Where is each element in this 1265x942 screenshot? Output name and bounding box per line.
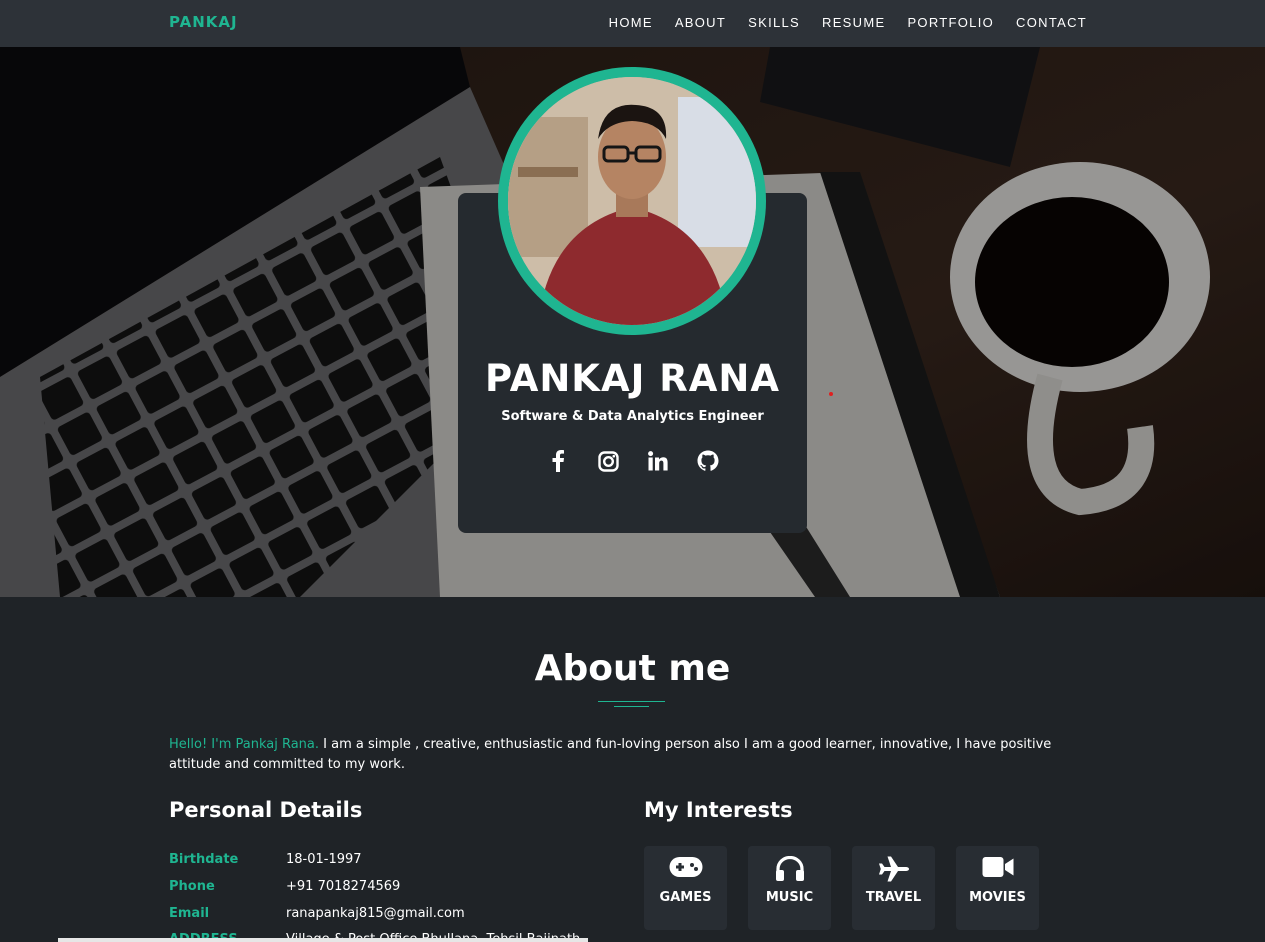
interest-label: MOVIES (969, 890, 1026, 905)
cursor-dot (829, 392, 833, 396)
interest-games: GAMES (644, 846, 727, 930)
nav-home[interactable]: HOME (609, 15, 653, 30)
instagram-icon[interactable] (596, 449, 620, 473)
avatar (508, 77, 756, 325)
nav-resume[interactable]: RESUME (822, 15, 885, 30)
brand-logo[interactable]: PANKAJ (169, 13, 238, 31)
hero-role: Software & Data Analytics Engineer (501, 409, 764, 424)
title-underline (598, 701, 665, 702)
facebook-icon[interactable] (546, 449, 570, 473)
detail-label: Email (169, 906, 210, 921)
avatar-photo (508, 77, 756, 325)
interest-label: GAMES (659, 890, 712, 905)
about-text: Hello! I'm Pankaj Rana. I am a simple , … (169, 735, 1089, 775)
github-icon[interactable] (696, 449, 720, 473)
nav-links: HOME ABOUT SKILLS RESUME PORTFOLIO CONTA… (609, 15, 1087, 30)
about-title: About me (534, 648, 731, 689)
detail-value[interactable]: +91 7018274569 (286, 879, 400, 894)
interest-movies: MOVIES (956, 846, 1039, 930)
interest-music: MUSIC (748, 846, 831, 930)
gamepad-icon (644, 856, 727, 882)
nav-about[interactable]: ABOUT (675, 15, 726, 30)
interest-travel: TRAVEL (852, 846, 935, 930)
top-navbar: PANKAJ HOME ABOUT SKILLS RESUME PORTFOLI… (0, 0, 1265, 47)
headphones-icon (748, 856, 831, 882)
plane-icon (852, 856, 935, 882)
interests-title: My Interests (644, 798, 793, 822)
linkedin-icon[interactable] (646, 449, 670, 473)
video-camera-icon (956, 856, 1039, 882)
profile-card-wrapper: PANKAJ RANA Software & Data Analytics En… (0, 47, 1265, 597)
detail-value[interactable]: ranapankaj815@gmail.com (286, 906, 465, 921)
nav-skills[interactable]: SKILLS (748, 15, 800, 30)
personal-details-title: Personal Details (169, 798, 363, 822)
interest-label: MUSIC (765, 890, 814, 905)
nav-portfolio[interactable]: PORTFOLIO (907, 15, 994, 30)
social-links (546, 449, 720, 473)
horizontal-scrollbar[interactable] (58, 938, 588, 942)
title-underline-short (614, 706, 649, 707)
detail-label: Birthdate (169, 852, 239, 867)
about-hello: Hello! I'm Pankaj Rana. (169, 737, 320, 752)
detail-value: 18-01-1997 (286, 852, 362, 867)
nav-contact[interactable]: CONTACT (1016, 15, 1087, 30)
detail-label: Phone (169, 879, 215, 894)
interest-label: TRAVEL (865, 890, 922, 905)
hero-name: PANKAJ RANA (484, 357, 780, 400)
